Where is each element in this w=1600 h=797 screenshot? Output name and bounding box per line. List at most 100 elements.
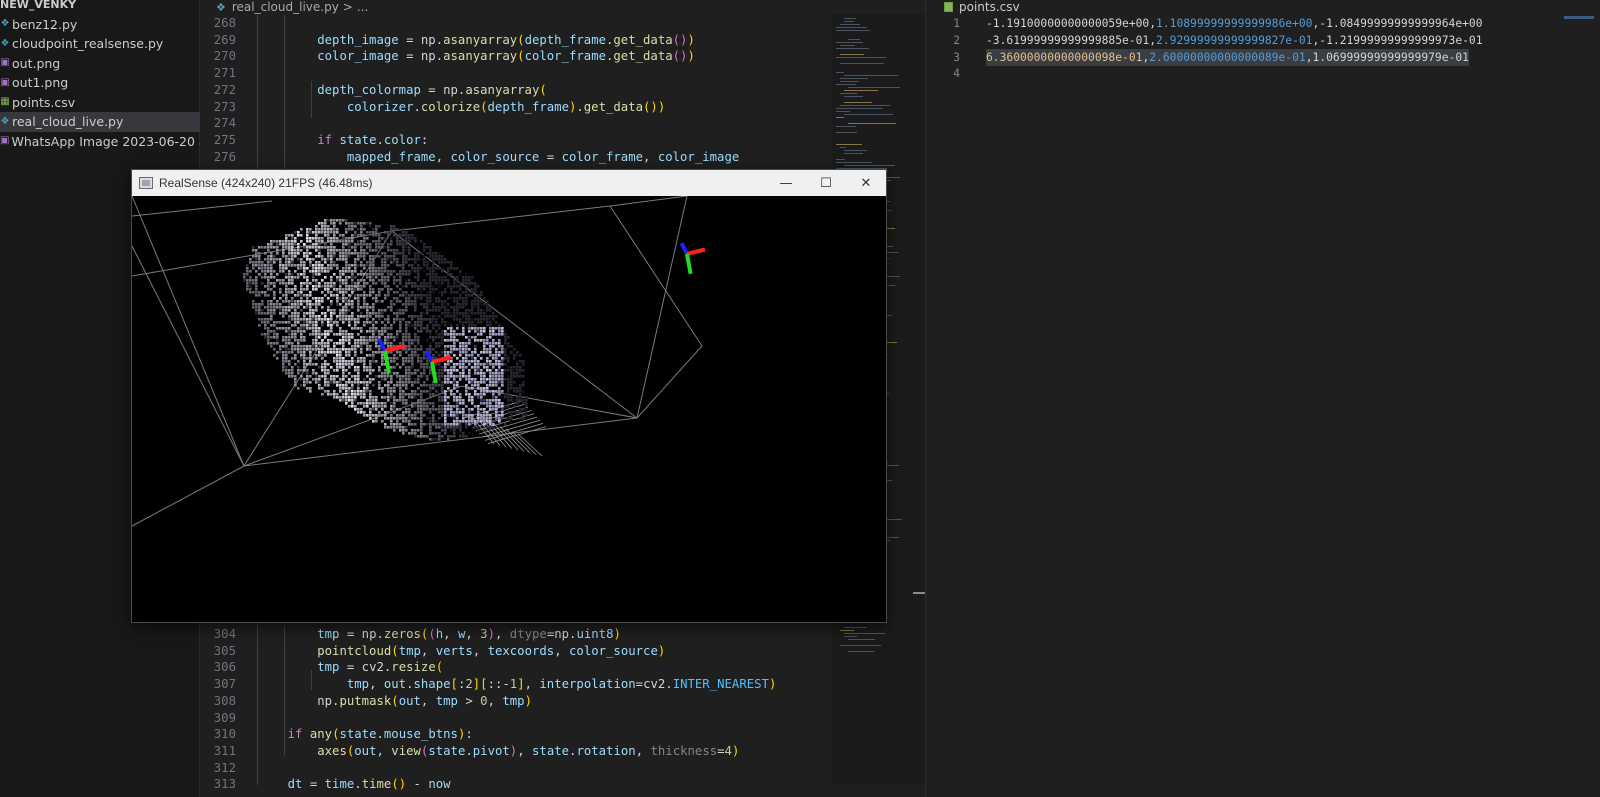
cloud-point — [462, 411, 465, 414]
cloud-point — [297, 330, 300, 333]
explorer-folder-title[interactable]: NEW_VENKY — [0, 0, 76, 11]
code-line[interactable]: 274 — [200, 115, 820, 132]
code-line[interactable]: 310 if any(state.mouse_btns): — [200, 726, 820, 743]
cloud-point — [420, 366, 423, 369]
cloud-point — [387, 345, 390, 348]
cloud-point — [363, 360, 366, 363]
cloud-point — [345, 300, 348, 303]
breadcrumb-file[interactable]: real_cloud_live.py — [232, 0, 339, 14]
cloud-point — [498, 402, 501, 405]
cloud-point — [291, 336, 294, 339]
cloud-point — [429, 252, 432, 255]
file-item[interactable]: ▣ out1.png — [0, 73, 200, 93]
frustum-edge — [636, 196, 688, 419]
breadcrumb-tail[interactable]: ... — [357, 0, 368, 14]
cloud-point — [450, 435, 453, 438]
scrollbar-thumb[interactable] — [913, 592, 925, 594]
cloud-point — [429, 384, 432, 387]
cloud-point — [435, 282, 438, 285]
minimize-button[interactable]: — — [766, 170, 806, 196]
cloud-point — [339, 348, 342, 351]
cloud-point — [264, 285, 267, 288]
code-line[interactable]: 311 axes(out, view(state.pivot), state.r… — [200, 743, 820, 760]
cloud-point — [336, 369, 339, 372]
code-line[interactable]: 276 mapped_frame, color_source = color_f… — [200, 149, 820, 166]
code-line[interactable]: 309 — [200, 710, 820, 727]
cloud-point — [456, 333, 459, 336]
code-line[interactable]: 275 if state.color: — [200, 132, 820, 149]
cloud-point — [369, 246, 372, 249]
csv-line[interactable]: 3 6.36000000000000098e-01,2.6000000000000… — [926, 48, 1600, 66]
code-line[interactable]: 270 color_image = np.asanyarray(color_fr… — [200, 48, 820, 65]
code-line[interactable]: 307 tmp, out.shape[:2][::-1], interpolat… — [200, 676, 820, 693]
cloud-point — [471, 357, 474, 360]
code-line[interactable]: 271 — [200, 65, 820, 82]
cloud-point — [321, 267, 324, 270]
file-item[interactable]: ▦ points.csv — [0, 92, 200, 112]
cloud-point — [351, 405, 354, 408]
file-item[interactable]: ❖ benz12.py — [0, 14, 200, 34]
cloud-point — [420, 399, 423, 402]
cloud-point — [417, 375, 420, 378]
code-line[interactable]: 273 colorizer.colorize(depth_frame).get_… — [200, 99, 820, 116]
cloud-point — [468, 315, 471, 318]
code-line[interactable]: 268 — [200, 15, 820, 32]
csv-line[interactable]: 4 — [926, 65, 1600, 82]
code-line[interactable]: 313 dt = time.time() - now — [200, 776, 820, 793]
csv-line[interactable]: 1 -1.19100000000000059e+00,1.108999999999… — [926, 15, 1600, 32]
code-line[interactable]: 312 — [200, 760, 820, 777]
csv-file-name[interactable]: points.csv — [959, 0, 1020, 14]
cloud-point — [459, 273, 462, 276]
cloud-point — [384, 264, 387, 267]
file-item[interactable]: ❖ cloudpoint_realsense.py — [0, 34, 200, 54]
cloud-point — [486, 300, 489, 303]
cloud-point — [489, 417, 492, 420]
cloud-point — [363, 315, 366, 318]
cloud-point — [270, 246, 273, 249]
code-line[interactable]: 308 np.putmask(out, tmp > 0, tmp) — [200, 693, 820, 710]
cloud-point — [282, 240, 285, 243]
code-line[interactable]: 272 depth_colormap = np.asanyarray( — [200, 82, 820, 99]
cloud-point — [426, 261, 429, 264]
csv-breadcrumb[interactable]: points.csv — [926, 0, 1020, 14]
cloud-point — [282, 294, 285, 297]
close-button[interactable]: ✕ — [846, 170, 886, 196]
file-item[interactable]: ❖ real_cloud_live.py — [0, 111, 200, 132]
pointcloud-viewport[interactable] — [132, 196, 886, 622]
cloud-point — [354, 321, 357, 324]
cloud-point — [489, 375, 492, 378]
csv-line[interactable]: 2 -3.61999999999999885e-01,2.929999999999… — [926, 32, 1600, 49]
cloud-point — [393, 318, 396, 321]
cloud-point — [390, 381, 393, 384]
cloud-point — [396, 309, 399, 312]
minimap-line — [840, 105, 890, 106]
maximize-button[interactable]: ☐ — [806, 170, 846, 196]
realsense-window[interactable]: RealSense (424x240) 21FPS (46.48ms) — ☐ … — [131, 169, 887, 623]
code-line[interactable]: 306 tmp = cv2.resize( — [200, 659, 820, 676]
cloud-point — [324, 219, 327, 222]
cloud-point — [294, 231, 297, 234]
minimap-viewport[interactable] — [1564, 16, 1594, 19]
cloud-point — [369, 270, 372, 273]
file-item[interactable]: ▣ out.png — [0, 53, 200, 73]
cloud-point — [318, 297, 321, 300]
cloud-point — [294, 324, 297, 327]
code-line[interactable]: 269 depth_image = np.asanyarray(depth_fr… — [200, 32, 820, 49]
cloud-point — [345, 276, 348, 279]
cloud-point — [285, 309, 288, 312]
cloud-point — [270, 318, 273, 321]
code-editor-right[interactable]: points.csv 1 -1.19100000000000059e+00,1.1… — [925, 0, 1600, 797]
code-line[interactable]: 304 tmp = np.zeros((h, w, 3), dtype=np.u… — [200, 626, 820, 643]
cloud-point — [315, 378, 318, 381]
file-item[interactable]: ▣WhatsApp Image 2023-06-20 at 14... — [0, 131, 200, 151]
code-line[interactable]: 305 pointcloud(tmp, verts, texcoords, co… — [200, 643, 820, 660]
cloud-point — [441, 312, 444, 315]
cloud-point — [513, 387, 516, 390]
cloud-point — [429, 402, 432, 405]
cloud-point — [384, 423, 387, 426]
cloud-point — [396, 318, 399, 321]
point-cloud — [243, 219, 528, 441]
cloud-point — [405, 300, 408, 303]
cloud-point — [450, 315, 453, 318]
window-titlebar[interactable]: RealSense (424x240) 21FPS (46.48ms) — ☐ … — [132, 170, 886, 196]
